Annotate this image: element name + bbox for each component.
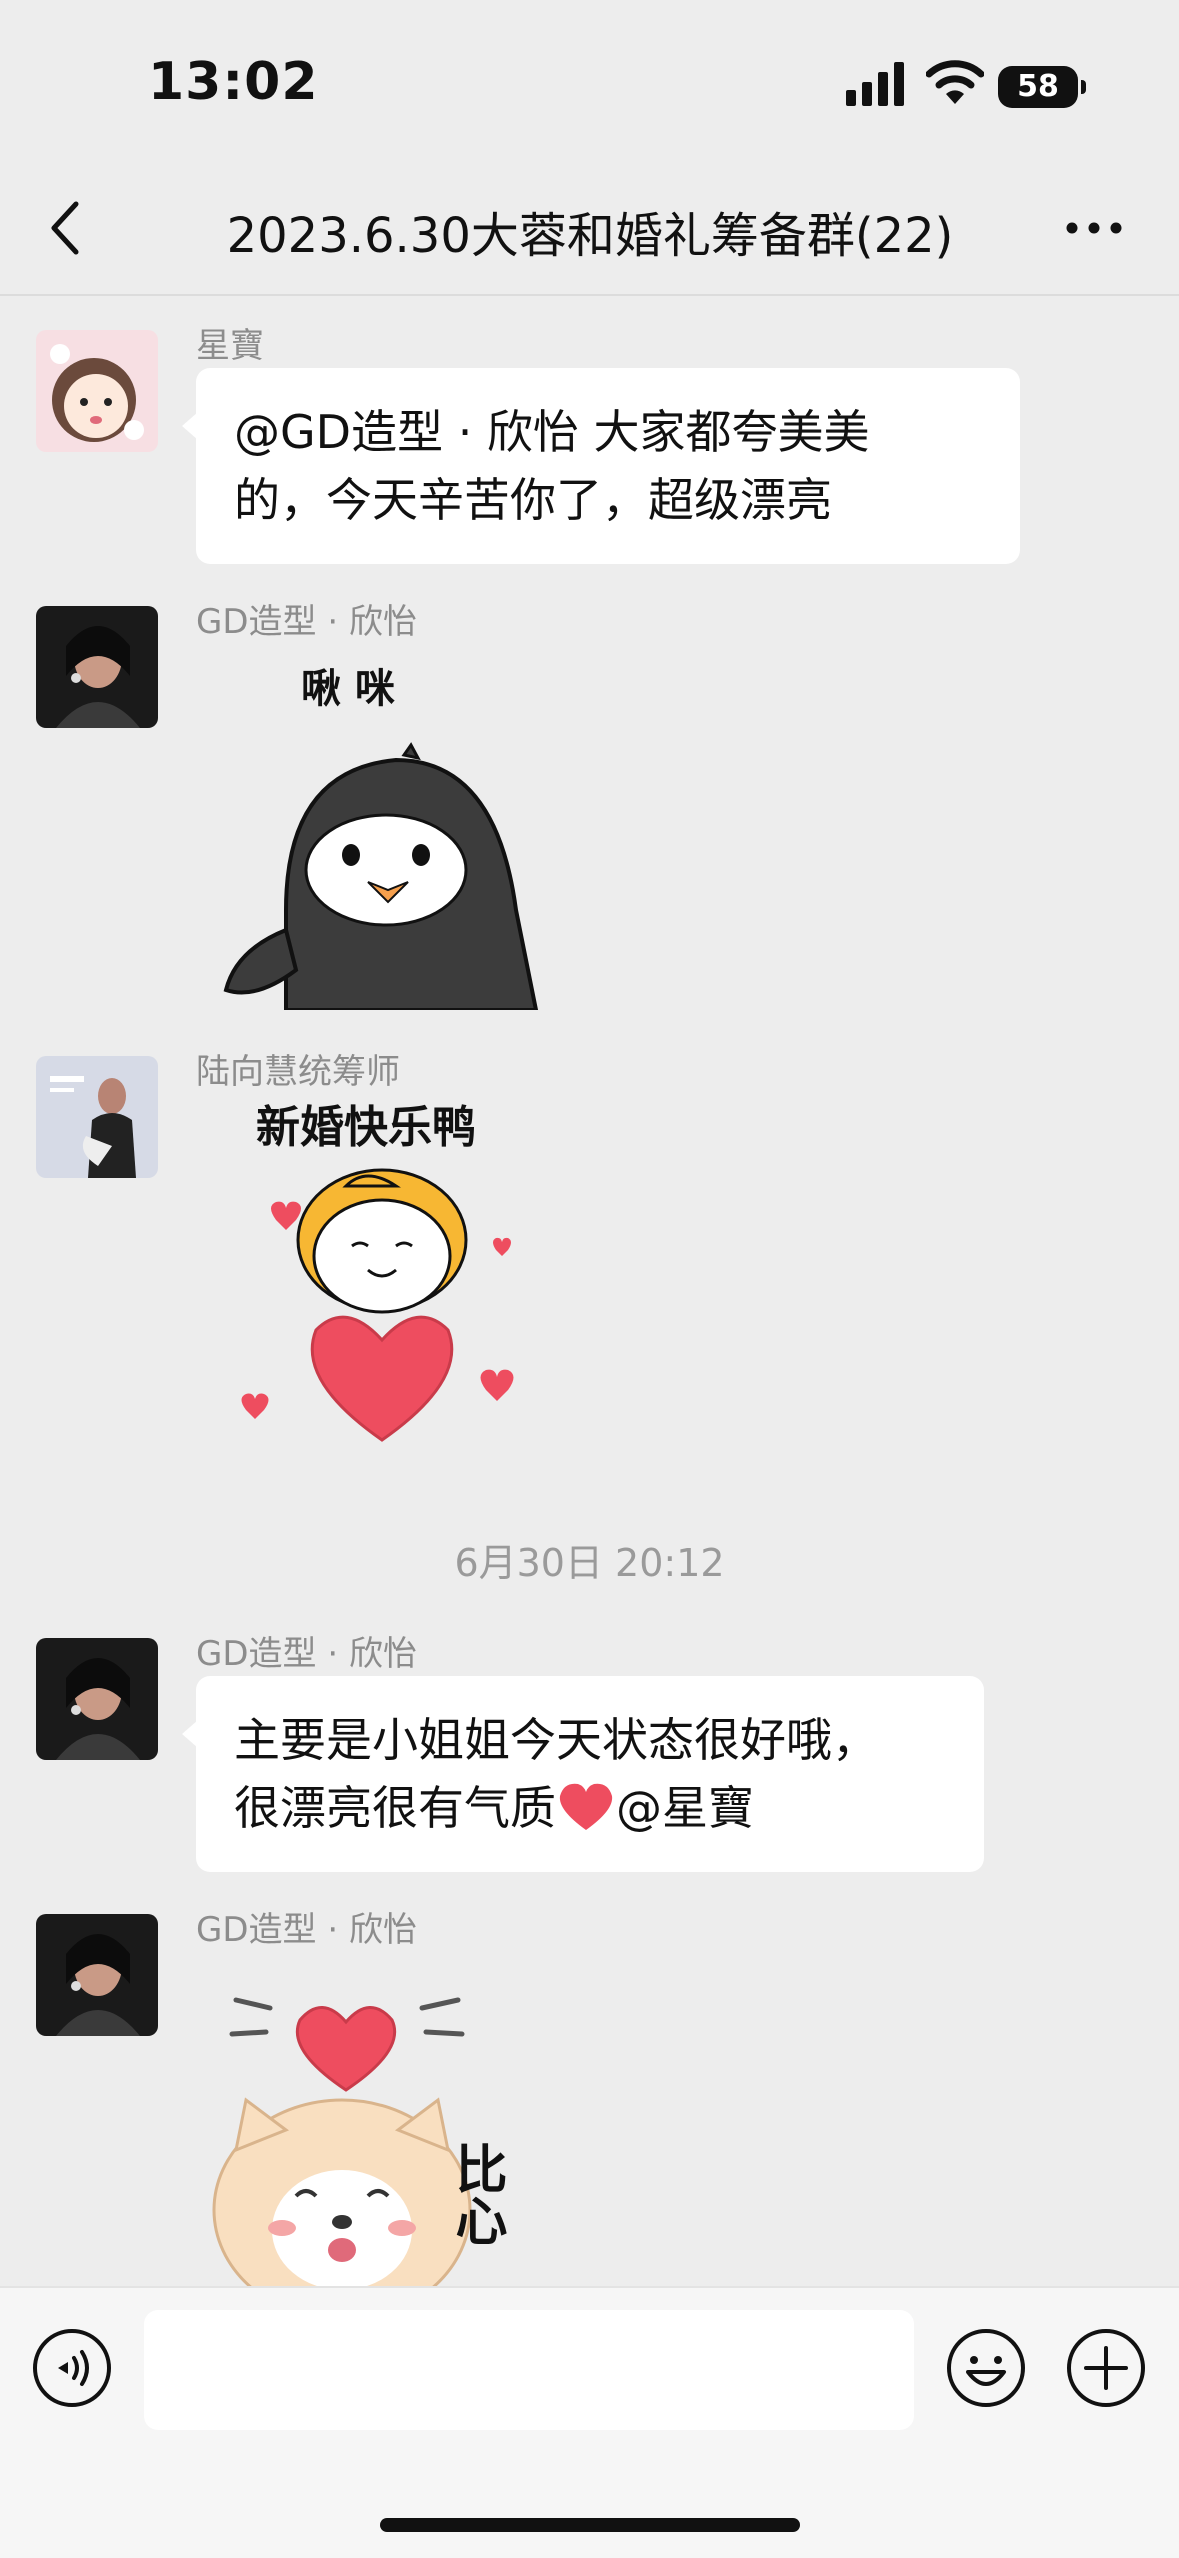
status-time: 13:02 — [148, 52, 319, 112]
message-input[interactable] — [144, 2310, 914, 2430]
message-text-line: 主要是小姐姐今天状态很好哦， — [234, 1713, 878, 1767]
avatar-cartoon-image — [36, 330, 158, 452]
avatar-photo-image — [36, 1638, 158, 1760]
avatar[interactable] — [36, 1914, 158, 2036]
heart-emoji-icon — [559, 1783, 613, 1830]
plus-icon[interactable] — [1066, 2328, 1146, 2408]
sender-name: 陆向慧统筹师 — [196, 1052, 400, 1092]
page-title: 2023.6.30大蓉和婚礼筹备群(22) — [226, 208, 954, 264]
sticker-caption: 新婚快乐鸭 — [256, 1102, 476, 1153]
home-indicator — [380, 2518, 800, 2532]
battery-icon: 58 — [998, 66, 1086, 108]
avatar-photo-image — [36, 606, 158, 728]
avatar[interactable] — [36, 606, 158, 728]
sticker-image[interactable]: 新婚快乐鸭 — [196, 1090, 576, 1460]
avatar-photo-image — [36, 1914, 158, 2036]
nav-divider — [0, 294, 1179, 296]
message-text-line: @GD造型 · 欣怡 大家都夸美美 — [234, 405, 870, 459]
back-icon[interactable] — [46, 200, 86, 256]
timestamp: 6月30日 20:12 — [454, 1541, 725, 1585]
message-bubble[interactable]: 主要是小姐姐今天状态很好哦， 很漂亮很有气质 @星寶 — [182, 1676, 984, 1872]
avatar-photo-image — [36, 1056, 158, 1178]
voice-icon[interactable] — [32, 2328, 112, 2408]
sticker-caption: 比心 — [446, 2142, 506, 2246]
signal-icon — [846, 62, 904, 106]
mention-text[interactable]: @星寶 — [616, 1781, 754, 1835]
sticker-image[interactable]: 比心 — [196, 1960, 576, 2286]
sender-name: GD造型 · 欣怡 — [196, 602, 417, 642]
sender-name: GD造型 · 欣怡 — [196, 1910, 417, 1950]
sticker-image[interactable]: 啾 咪 — [196, 650, 596, 1012]
emoji-icon[interactable] — [946, 2328, 1026, 2408]
message-text-line: 很漂亮很有气质 @星寶 — [234, 1774, 946, 1842]
sender-name: 星寶 — [196, 326, 264, 366]
avatar[interactable] — [36, 330, 158, 452]
wifi-icon — [926, 60, 984, 104]
avatar[interactable] — [36, 1056, 158, 1178]
sender-name: GD造型 · 欣怡 — [196, 1634, 417, 1674]
message-text-line: 的，今天辛苦你了，超级漂亮 — [234, 473, 832, 527]
message-bubble[interactable]: @GD造型 · 欣怡 大家都夸美美 的，今天辛苦你了，超级漂亮 — [182, 368, 1020, 564]
message-text-segment: 很漂亮很有气质 — [234, 1781, 556, 1835]
avatar[interactable] — [36, 1638, 158, 1760]
sticker-caption: 啾 咪 — [301, 666, 395, 712]
more-icon[interactable] — [1066, 216, 1122, 240]
